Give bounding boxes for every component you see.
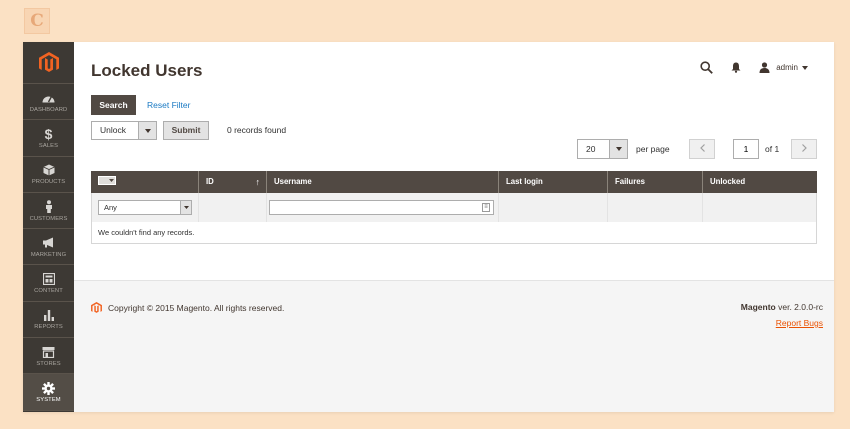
sidebar-item-label: Stores [36, 360, 61, 367]
sidebar-item-reports[interactable]: Reports [23, 302, 74, 339]
sidebar: Dashboard $ Sales Products Customers Mar… [23, 42, 74, 412]
store-icon [42, 345, 55, 359]
user-icon [759, 62, 770, 73]
sidebar-item-stores[interactable]: Stores [23, 338, 74, 375]
bar-chart-icon [43, 308, 55, 322]
layout-icon [42, 272, 55, 286]
sort-arrow-icon: ↑ [255, 177, 261, 187]
dollar-icon: $ [44, 125, 53, 142]
submit-button[interactable]: Submit [163, 121, 209, 140]
mass-select-checkbox[interactable] [98, 176, 116, 186]
gear-icon [42, 381, 55, 395]
search-icon[interactable] [700, 61, 714, 74]
sidebar-item-label: Products [31, 179, 66, 186]
column-label: Last login [506, 177, 543, 186]
username-filter-input[interactable]: ≡ [269, 200, 494, 215]
column-label: Username [274, 177, 312, 186]
any-filter-select[interactable]: Any [98, 200, 192, 215]
filter-cell-unlocked [703, 193, 816, 222]
page-title: Locked Users [91, 61, 203, 80]
sidebar-item-label: Marketing [30, 251, 67, 258]
chevron-down-icon [609, 140, 627, 158]
records-count: 0 records found [227, 125, 287, 135]
megaphone-icon [42, 236, 55, 250]
per-page-label: per page [636, 144, 670, 154]
chevron-down-icon [180, 201, 191, 214]
next-page-button[interactable] [791, 139, 817, 159]
page-total: of 1 [765, 144, 780, 154]
column-header-failures[interactable]: Failures [608, 171, 703, 193]
user-name: admin [776, 63, 798, 72]
sidebar-item-label: System [36, 397, 61, 404]
per-page-value: 20 [586, 144, 596, 154]
sidebar-item-label: Sales [38, 142, 59, 149]
massaction-value: Unlock [100, 125, 126, 135]
chevron-right-icon [801, 143, 807, 155]
column-header-username[interactable]: Username [267, 171, 499, 193]
sidebar-item-content[interactable]: Content [23, 265, 74, 302]
column-header-unlocked[interactable]: Unlocked [703, 171, 817, 193]
massaction-select[interactable]: Unlock [91, 121, 157, 140]
search-button[interactable]: Search [91, 95, 136, 115]
filter-cell-id [199, 193, 267, 222]
sidebar-item-label: Reports [34, 324, 63, 331]
bell-icon[interactable] [731, 62, 741, 73]
version-brand: Magento [740, 302, 776, 312]
mass-select-column[interactable] [91, 171, 199, 193]
input-helper-icon: ≡ [482, 203, 490, 212]
magento-logo-icon [91, 302, 102, 314]
sidebar-item-label: Content [34, 288, 63, 295]
copyright: Copyright © 2015 Magento. All rights res… [91, 302, 284, 314]
filter-cell-last-login [499, 193, 608, 222]
sidebar-item-marketing[interactable]: Marketing [23, 229, 74, 266]
box-icon [42, 163, 55, 177]
admin-window: Dashboard $ Sales Products Customers Mar… [23, 42, 834, 412]
column-label: Unlocked [710, 177, 746, 186]
sidebar-item-sales[interactable]: $ Sales [23, 120, 74, 157]
any-filter-value: Any [104, 203, 117, 212]
column-label: ID [206, 177, 214, 186]
version-text: ver. 2.0.0-rc [775, 302, 823, 312]
sidebar-item-label: Dashboard [29, 106, 68, 113]
filter-cell-username: ≡ [267, 193, 499, 222]
report-bugs-link[interactable]: Report Bugs [776, 318, 823, 328]
page-footer: Copyright © 2015 Magento. All rights res… [74, 280, 834, 412]
filter-cell-failures [608, 193, 703, 222]
sidebar-item-customers[interactable]: Customers [23, 193, 74, 230]
prev-page-button[interactable] [689, 139, 715, 159]
magento-logo-icon [38, 51, 59, 72]
dashboard-icon [42, 91, 55, 105]
reset-filter-link[interactable]: Reset Filter [147, 95, 190, 115]
chevron-down-icon [802, 63, 808, 72]
sidebar-item-products[interactable]: Products [23, 157, 74, 193]
page-number-input[interactable] [733, 139, 759, 159]
brand-mark: C [24, 8, 50, 34]
grid-header-row: ID ↑ Username Last login Failures Unlock… [91, 171, 817, 193]
main-content: Locked Users admin Search Reset Filter U… [74, 42, 834, 412]
grid-filter-row: Any ≡ [91, 193, 817, 222]
locked-users-grid: ID ↑ Username Last login Failures Unlock… [91, 171, 817, 244]
chevron-left-icon [699, 143, 705, 155]
chevron-down-icon [138, 122, 156, 139]
version-info: Magento ver. 2.0.0-rc [741, 302, 823, 312]
copyright-text: Copyright © 2015 Magento. All rights res… [108, 303, 285, 313]
person-icon [45, 200, 53, 214]
column-header-last-login[interactable]: Last login [499, 171, 608, 193]
column-label: Failures [615, 177, 645, 186]
sidebar-item-label: Customers [29, 215, 68, 222]
column-header-id[interactable]: ID ↑ [199, 171, 267, 193]
filter-cell-select: Any [92, 193, 199, 222]
user-menu[interactable]: admin [759, 62, 808, 73]
magento-logo[interactable] [23, 42, 74, 84]
per-page-select[interactable]: 20 [577, 139, 628, 159]
sidebar-item-system[interactable]: System [23, 374, 74, 411]
empty-message: We couldn't find any records. [91, 222, 817, 244]
header-actions: admin [700, 61, 808, 74]
sidebar-item-dashboard[interactable]: Dashboard [23, 84, 74, 121]
